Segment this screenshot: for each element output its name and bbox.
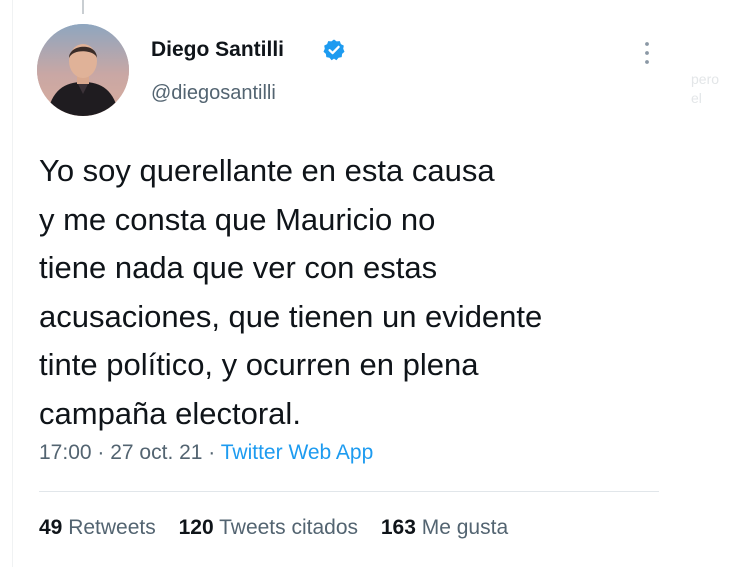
thread-connector	[82, 0, 84, 14]
tweet-text: Yo soy querellante en esta causa y me co…	[39, 147, 679, 439]
tweet-date[interactable]: 27 oct. 21	[110, 441, 202, 464]
retweets-stat[interactable]: 49 Retweets	[39, 516, 156, 539]
quote-tweets-stat[interactable]: 120 Tweets citados	[179, 516, 358, 539]
tweet-text-line: tinte político, y ocurren en plena	[39, 347, 479, 383]
more-options-icon[interactable]	[639, 40, 655, 66]
likes-label: Me gusta	[421, 516, 509, 539]
background-fragment-line: el	[691, 90, 702, 106]
meta-separator: ·	[91, 441, 111, 464]
tweet-text-line: campaña electoral.	[39, 395, 301, 431]
edge-line	[12, 0, 13, 567]
quote-tweets-count: 120	[178, 516, 214, 539]
author-name[interactable]: Diego Santilli	[151, 38, 284, 62]
tweet-time[interactable]: 17:00	[39, 441, 92, 464]
tweet-metadata: 17:00 · 27 oct. 21 · Twitter Web App	[39, 441, 373, 465]
avatar-portrait	[37, 24, 129, 116]
tweet-text-line: acusaciones, que tienen un evidente	[39, 298, 543, 334]
meta-separator: ·	[202, 441, 221, 464]
tweet-screenshot: Diego Santilli @diegosantilli pero el Yo…	[0, 0, 730, 567]
avatar[interactable]	[37, 24, 129, 116]
background-text-fragment: pero el	[691, 70, 719, 108]
tweet-text-line: y me consta que Mauricio no	[39, 201, 436, 237]
tweet-text-line: Yo soy querellante en esta causa	[39, 153, 495, 188]
quote-tweets-label: Tweets citados	[219, 516, 359, 539]
tweet-source-link[interactable]: Twitter Web App	[221, 441, 374, 464]
background-fragment-line: pero	[691, 71, 720, 87]
retweets-label: Retweets	[68, 516, 156, 539]
retweets-count: 49	[39, 516, 63, 539]
verified-badge-icon	[323, 39, 345, 61]
tweet-text-line: tiene nada que ver con estas	[39, 250, 438, 286]
divider	[39, 491, 659, 492]
engagement-stats: 49 Retweets 120 Tweets citados 163 Me gu…	[39, 516, 525, 540]
author-handle[interactable]: @diegosantilli	[151, 82, 276, 105]
likes-count: 163	[380, 516, 416, 539]
likes-stat[interactable]: 163 Me gusta	[381, 516, 508, 539]
